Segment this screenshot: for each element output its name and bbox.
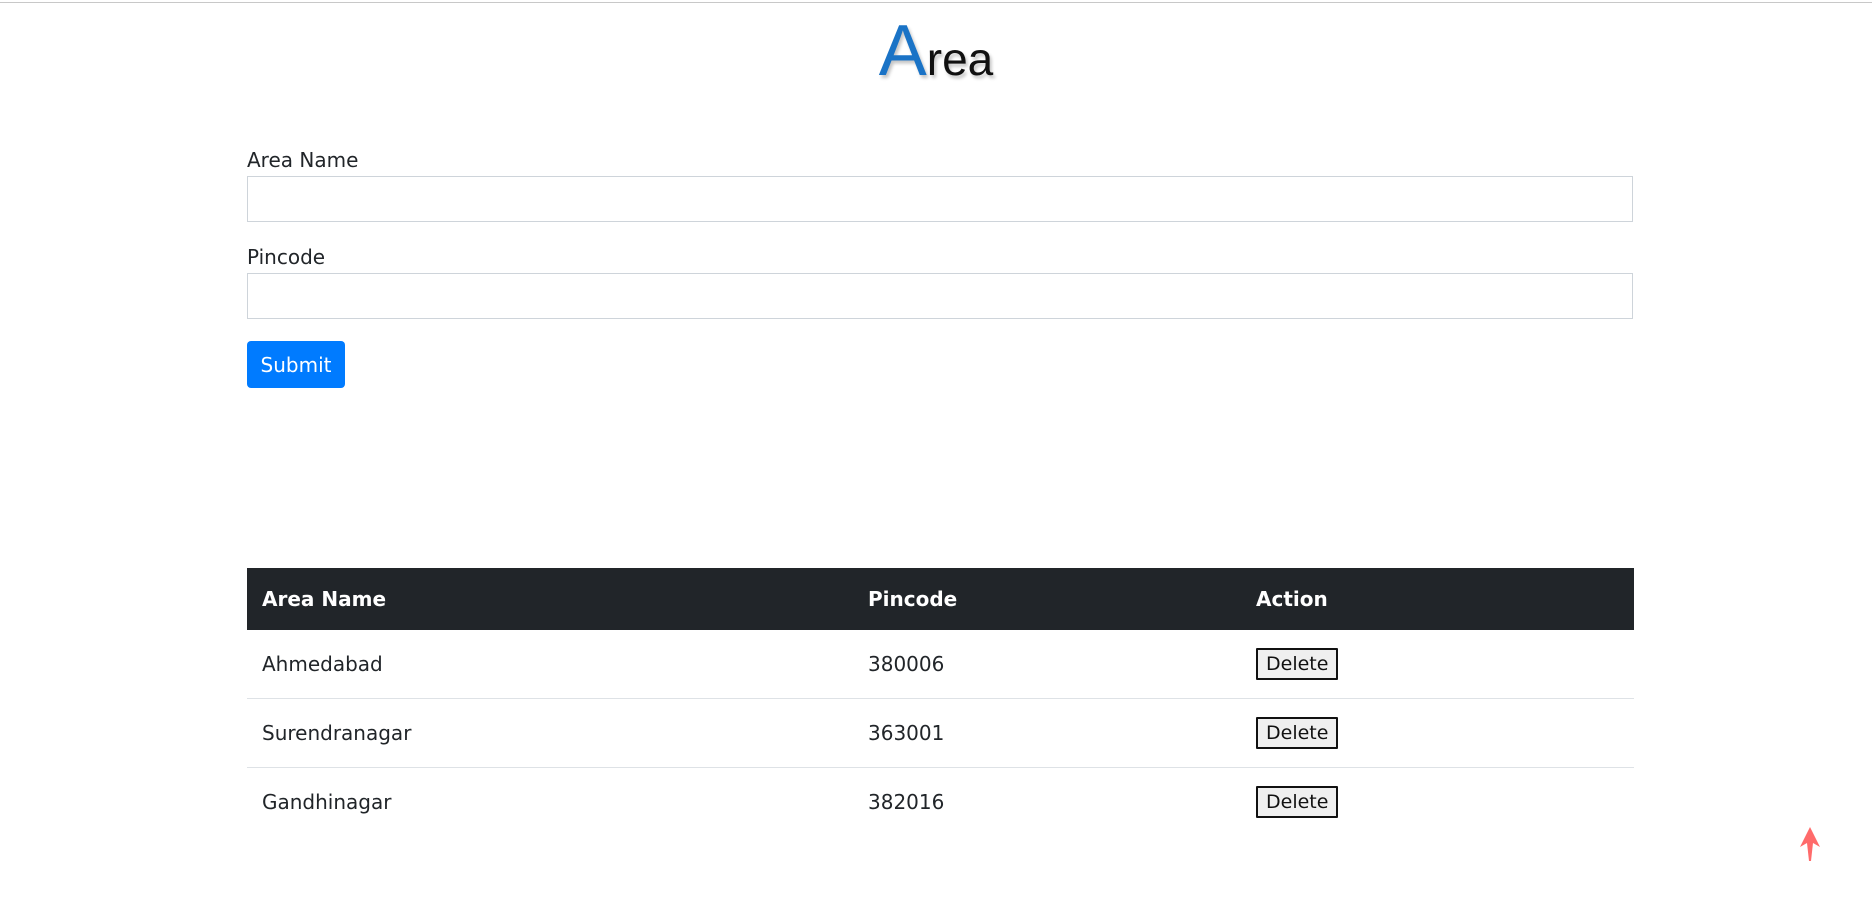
pincode-cell: 382016: [868, 790, 945, 814]
action-cell: Delete: [1241, 698, 1634, 768]
table-header-row: Area Name Pincode Action: [247, 568, 1634, 630]
page-title: Area: [0, 10, 1872, 100]
table-row: Gandhinagar 382016 Delete: [247, 768, 1634, 837]
action-cell: Delete: [1241, 630, 1634, 699]
action-cell: Delete: [1241, 768, 1634, 837]
page-title-initial: A: [878, 11, 927, 91]
delete-button[interactable]: Delete: [1256, 717, 1339, 749]
delete-button[interactable]: Delete: [1256, 786, 1339, 818]
column-header-area-name: Area Name: [247, 568, 853, 630]
column-header-pincode: Pincode: [853, 568, 1241, 630]
pincode-cell: 363001: [853, 698, 1241, 768]
area-name-label: Area Name: [247, 148, 359, 172]
area-table: Area Name Pincode Action Ahmedabad 38000…: [247, 568, 1634, 836]
arrow-up-icon: [1800, 827, 1820, 861]
table-row: Surendranagar 363001 Delete: [247, 698, 1634, 768]
submit-button[interactable]: Submit: [247, 341, 345, 388]
table-row: Ahmedabad 380006 Delete: [247, 630, 1634, 699]
page-title-rest: rea: [926, 33, 994, 85]
pincode-input[interactable]: [247, 273, 1633, 319]
pincode-cell: 380006: [853, 630, 1241, 699]
area-name-cell: Surendranagar: [247, 698, 853, 768]
top-divider: [0, 2, 1872, 3]
area-name-cell: Ahmedabad: [247, 630, 853, 699]
pincode-label: Pincode: [247, 245, 326, 269]
column-header-action: Action: [1241, 568, 1634, 630]
scroll-to-top-button[interactable]: [1798, 826, 1822, 862]
area-name-input[interactable]: [247, 176, 1633, 222]
delete-button[interactable]: Delete: [1256, 648, 1339, 680]
area-name-cell: Gandhinagar: [262, 790, 392, 814]
